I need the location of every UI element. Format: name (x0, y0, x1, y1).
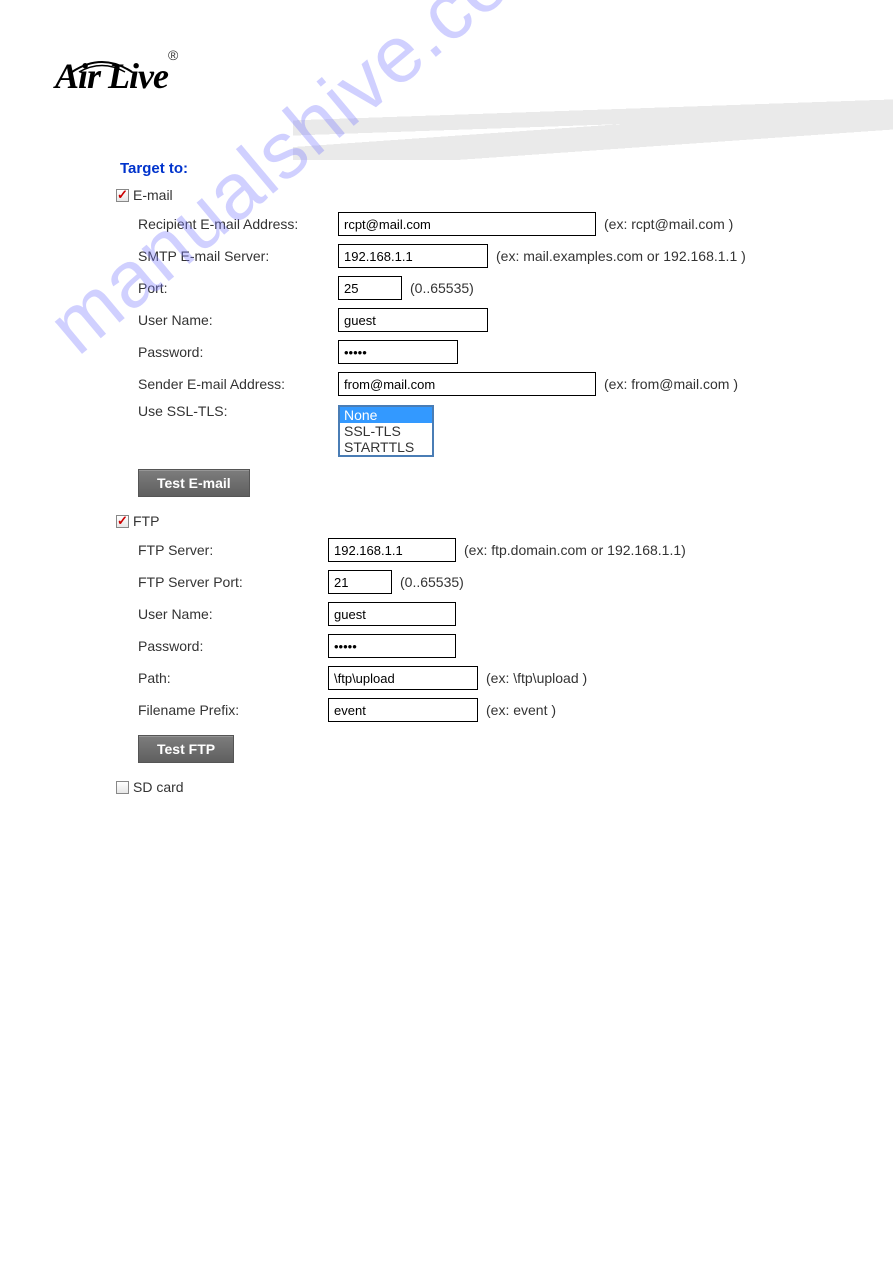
section-title: Target to: (120, 160, 893, 177)
recipient-email-input[interactable] (338, 212, 596, 236)
ftp-prefix-hint: (ex: event ) (486, 702, 556, 718)
email-group-label: E-mail (133, 187, 173, 203)
checkbox-icon (116, 515, 129, 528)
ftp-path-hint: (ex: \ftp\upload ) (486, 670, 587, 686)
recipient-label: Recipient E-mail Address: (120, 216, 338, 232)
email-group-toggle[interactable]: E-mail (116, 187, 893, 203)
sender-email-input[interactable] (338, 372, 596, 396)
ftp-prefix-label: Filename Prefix: (120, 702, 328, 718)
sdcard-group-toggle[interactable]: SD card (116, 779, 893, 795)
sender-hint: (ex: from@mail.com ) (604, 376, 738, 392)
sender-label: Sender E-mail Address: (120, 376, 338, 392)
ftp-port-hint: (0..65535) (400, 574, 464, 590)
smtp-hint: (ex: mail.examples.com or 192.168.1.1 ) (496, 248, 746, 264)
wave-icon (67, 47, 137, 77)
email-pass-input[interactable] (338, 340, 458, 364)
brand-logo: Air Live® (55, 55, 178, 97)
recipient-hint: (ex: rcpt@mail.com ) (604, 216, 733, 232)
ftp-user-label: User Name: (120, 606, 328, 622)
test-ftp-button[interactable]: Test FTP (138, 735, 234, 763)
ftp-user-input[interactable] (328, 602, 456, 626)
sdcard-group-label: SD card (133, 779, 184, 795)
ftp-server-label: FTP Server: (120, 542, 328, 558)
checkbox-icon (116, 189, 129, 202)
ssl-tls-select[interactable]: None SSL-TLS STARTTLS (338, 405, 434, 457)
email-port-input[interactable] (338, 276, 402, 300)
email-port-label: Port: (120, 280, 338, 296)
checkbox-icon (116, 781, 129, 794)
ftp-server-input[interactable] (328, 538, 456, 562)
ftp-pass-label: Password: (120, 638, 328, 654)
email-port-hint: (0..65535) (410, 280, 474, 296)
main-content: Target to: E-mail Recipient E-mail Addre… (0, 130, 893, 795)
ftp-port-label: FTP Server Port: (120, 574, 328, 590)
header-swoosh (293, 80, 893, 160)
ftp-prefix-input[interactable] (328, 698, 478, 722)
email-user-input[interactable] (338, 308, 488, 332)
ftp-server-hint: (ex: ftp.domain.com or 192.168.1.1) (464, 542, 686, 558)
ssl-label: Use SSL-TLS: (120, 403, 338, 419)
page-header: Air Live® (0, 0, 893, 130)
ftp-pass-input[interactable] (328, 634, 456, 658)
registered-icon: ® (168, 47, 178, 63)
ssl-option[interactable]: SSL-TLS (340, 423, 432, 439)
ssl-option[interactable]: None (340, 407, 432, 423)
test-email-button[interactable]: Test E-mail (138, 469, 250, 497)
ssl-option[interactable]: STARTTLS (340, 439, 432, 455)
smtp-server-input[interactable] (338, 244, 488, 268)
email-pass-label: Password: (120, 344, 338, 360)
ftp-group-toggle[interactable]: FTP (116, 513, 893, 529)
ftp-path-label: Path: (120, 670, 328, 686)
ftp-path-input[interactable] (328, 666, 478, 690)
ftp-group-label: FTP (133, 513, 159, 529)
smtp-label: SMTP E-mail Server: (120, 248, 338, 264)
ftp-port-input[interactable] (328, 570, 392, 594)
email-user-label: User Name: (120, 312, 338, 328)
